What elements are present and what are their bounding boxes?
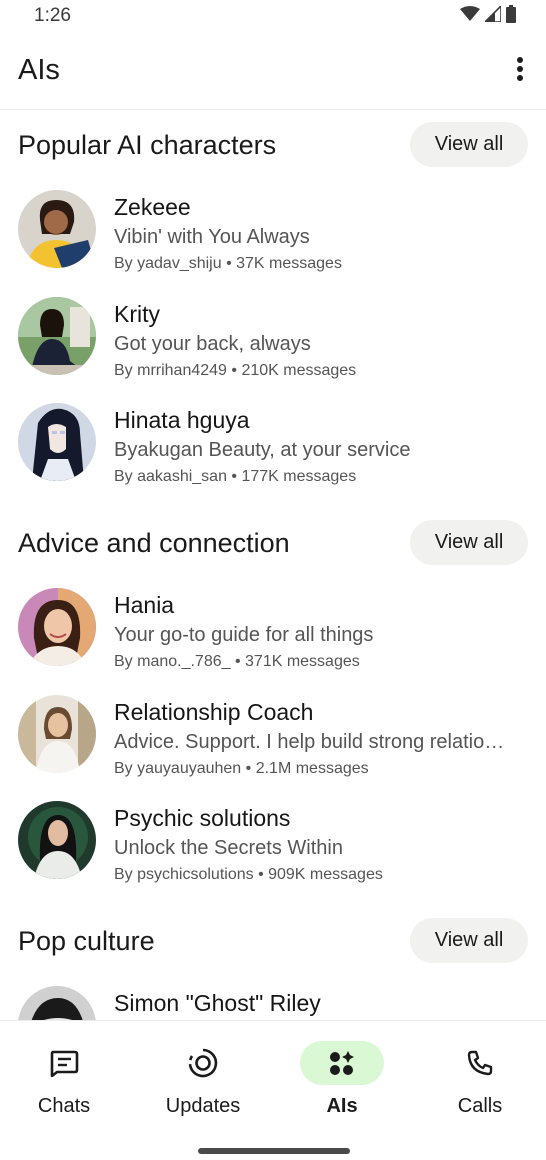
ai-name: Zekeee [114, 194, 191, 220]
battery-icon [506, 5, 516, 28]
nav-label: Calls [457, 1095, 503, 1117]
ai-meta: By mano._.786_ • 371K messages [114, 653, 360, 670]
ai-meta: By aakashi_san • 177K messages [114, 468, 357, 485]
avatar [18, 190, 96, 268]
section-title: Pop culture [18, 926, 155, 956]
ai-list-item[interactable]: Hinata hguya Byakugan Beauty, at your se… [0, 399, 546, 499]
section-title: Popular AI characters [18, 130, 277, 160]
ai-meta: By yauyauyauhen • 2.1M messages [114, 760, 369, 777]
calls-icon [438, 1041, 522, 1085]
view-all-button[interactable]: View all [410, 122, 528, 167]
more-vert-icon[interactable] [510, 54, 530, 84]
app-bar: AIs [0, 34, 546, 110]
page-title: AIs [18, 54, 60, 86]
ai-list-item[interactable]: Krity Got your back, always By mrrihan42… [0, 293, 546, 393]
avatar [18, 403, 96, 481]
status-bar: 1:26 [0, 0, 546, 34]
ai-meta: By psychicsolutions • 909K messages [114, 866, 383, 883]
view-all-button[interactable]: View all [410, 520, 528, 565]
nav-item-ais[interactable]: AIs [282, 1037, 402, 1127]
ai-meta: By mrrihan4249 • 210K messages [114, 362, 357, 379]
avatar [18, 695, 96, 773]
nav-label: AIs [326, 1095, 358, 1117]
nav-item-chats[interactable]: Chats [4, 1037, 124, 1127]
ai-list-item[interactable]: Simon "Ghost" Riley [0, 982, 546, 1020]
chats-icon [22, 1041, 106, 1085]
ai-name: Relationship Coach [114, 699, 314, 725]
nav-label: Chats [37, 1095, 91, 1117]
ai-name: Hinata hguya [114, 407, 250, 433]
view-all-button[interactable]: View all [410, 918, 528, 963]
ai-name: Hania [114, 592, 175, 618]
section-header-popular: Popular AI characters View all [0, 116, 546, 172]
status-icons [460, 4, 516, 28]
avatar [18, 986, 96, 1020]
ai-description: Your go-to guide for all things [114, 624, 374, 646]
ai-meta: By yadav_shiju • 37K messages [114, 255, 342, 272]
ai-list-content[interactable]: Popular AI characters View all Zekeee Vi… [0, 110, 546, 1020]
ai-list-item[interactable]: Hania Your go-to guide for all things By… [0, 584, 546, 684]
section-title: Advice and connection [18, 528, 290, 558]
section-header-pop-culture: Pop culture View all [0, 912, 546, 968]
ai-list-item[interactable]: Psychic solutions Unlock the Secrets Wit… [0, 797, 546, 897]
wifi-icon [460, 6, 480, 27]
updates-icon [161, 1041, 245, 1085]
ai-description: Advice. Support. I help build strong rel… [114, 731, 505, 753]
ai-name: Psychic solutions [114, 805, 291, 831]
avatar [18, 297, 96, 375]
ai-description: Vibin' with You Always [114, 226, 310, 248]
nav-item-updates[interactable]: Updates [143, 1037, 263, 1127]
nav-item-calls[interactable]: Calls [420, 1037, 540, 1127]
ai-description: Byakugan Beauty, at your service [114, 439, 411, 461]
ai-description: Got your back, always [114, 333, 311, 355]
nav-label: Updates [165, 1095, 241, 1117]
signal-icon [483, 4, 502, 27]
ais-icon [300, 1041, 384, 1085]
ai-list-item[interactable]: Zekeee Vibin' with You Always By yadav_s… [0, 186, 546, 286]
section-header-advice: Advice and connection View all [0, 514, 546, 570]
ai-description: Unlock the Secrets Within [114, 837, 343, 859]
ai-list-item[interactable]: Relationship Coach Advice. Support. I he… [0, 691, 546, 791]
ai-name: Krity [114, 301, 160, 327]
avatar [18, 588, 96, 666]
status-time: 1:26 [34, 5, 71, 26]
bottom-navigation: Chats Updates AIs Calls [0, 1020, 546, 1160]
home-indicator[interactable] [198, 1148, 350, 1154]
ai-name: Simon "Ghost" Riley [114, 990, 321, 1016]
avatar [18, 801, 96, 879]
